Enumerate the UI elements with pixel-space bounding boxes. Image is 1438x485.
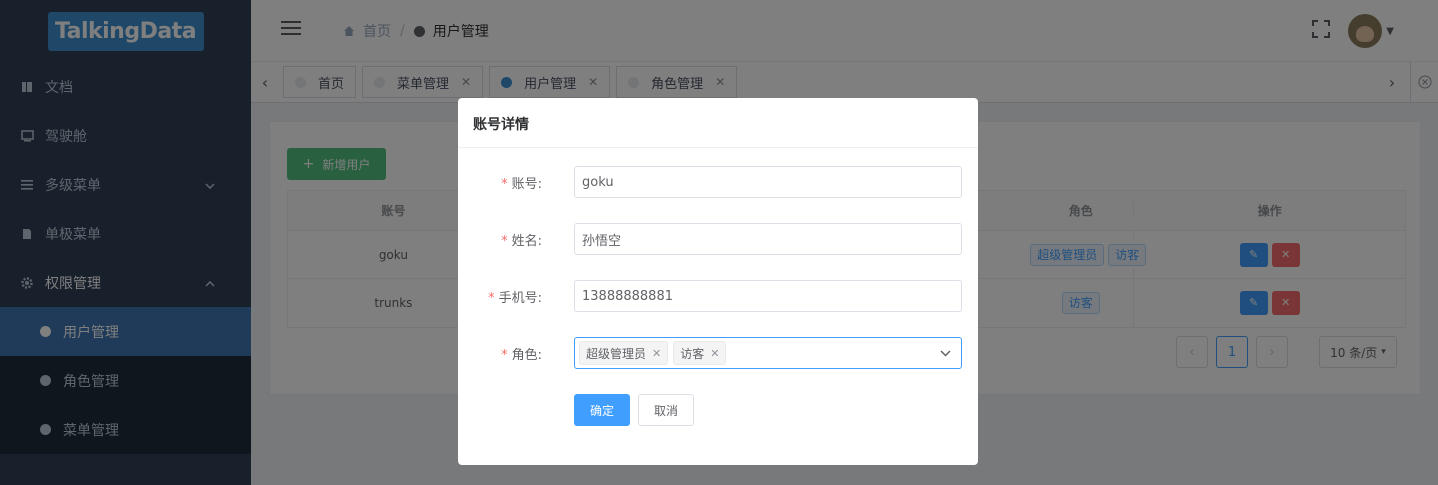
close-icon[interactable]: ✕ — [710, 347, 719, 360]
chevron-down-icon[interactable] — [940, 345, 951, 365]
selected-role-tag: 超级管理员 ✕ — [579, 341, 669, 365]
selected-role-tag: 访客 ✕ — [673, 341, 727, 365]
account-input[interactable]: goku — [574, 166, 962, 198]
form-row-name: * 姓名: 孙悟空 — [458, 223, 978, 255]
role-select[interactable]: 超级管理员 ✕ 访客 ✕ — [574, 337, 962, 369]
form-row-role: * 角色: 超级管理员 ✕ 访客 ✕ — [458, 337, 978, 369]
name-input[interactable]: 孙悟空 — [574, 223, 962, 255]
form-row-account: * 账号: goku — [458, 166, 978, 198]
account-detail-dialog: 账号详情 * 账号: goku * 姓名: 孙悟空 * 手机号: 1388888888… — [458, 98, 978, 465]
close-icon[interactable]: ✕ — [652, 347, 661, 360]
form-row-phone: * 手机号: 13888888881 — [458, 280, 978, 312]
phone-input[interactable]: 13888888881 — [574, 280, 962, 312]
dialog-title: 账号详情 — [458, 98, 978, 148]
confirm-button[interactable]: 确定 — [574, 394, 630, 426]
cancel-button[interactable]: 取消 — [638, 394, 694, 426]
